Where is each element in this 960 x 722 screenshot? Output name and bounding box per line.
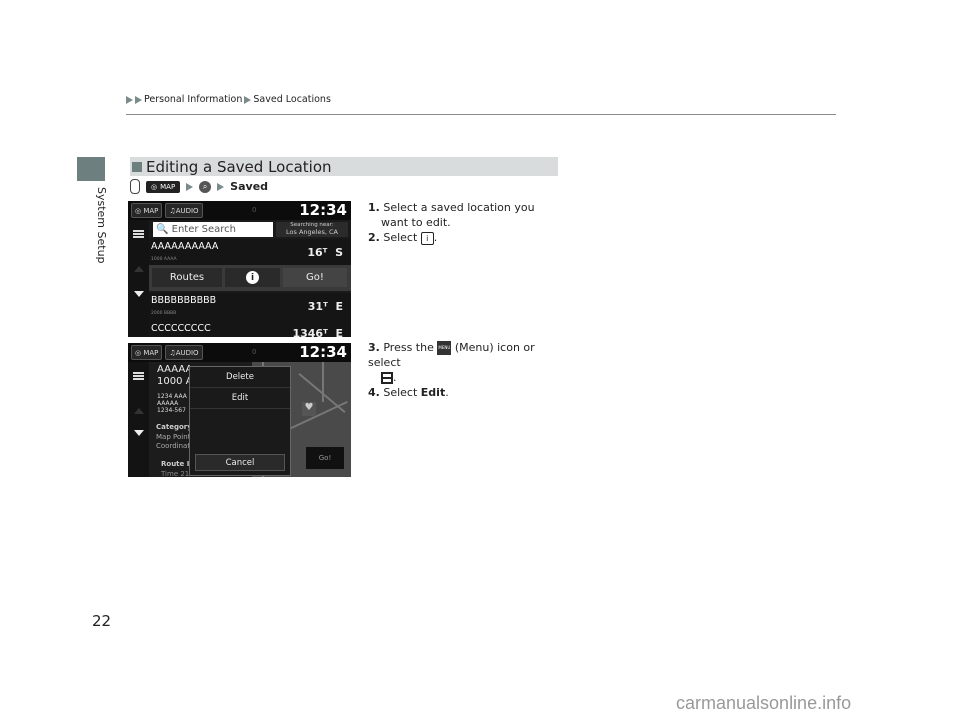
steps-1-2: 1. Select a saved location you want to e… <box>368 200 563 245</box>
heading-square-icon <box>132 161 142 172</box>
map-label: MAP <box>160 182 176 191</box>
map-button-label: MAP <box>143 348 159 357</box>
audio-button[interactable]: ♫ AUDIO <box>165 345 203 360</box>
breadcrumb: Personal Information Saved Locations <box>126 94 331 105</box>
clock: 12:34 <box>299 343 347 361</box>
map-button-icon: ◎ MAP <box>146 180 181 193</box>
edit-option[interactable]: Edit <box>190 388 290 409</box>
status-indicator: 0 <box>252 348 257 356</box>
location-detail-screen: ◎ MAP ♫ AUDIO 0 12:34 ♥ AAAAA 1000 A 1234… <box>128 343 351 477</box>
breadcrumb-item[interactable]: Saved Locations <box>253 94 331 105</box>
map-button[interactable]: ◎ MAP <box>131 203 163 218</box>
watermark[interactable]: carmanualsonline.info <box>676 693 851 714</box>
routes-label: Routes <box>169 272 205 283</box>
header-divider <box>126 114 836 115</box>
side-tab-label: System Setup <box>95 187 108 264</box>
top-bar: ◎ MAP ♫ AUDIO 0 12:34 <box>128 343 351 362</box>
info-icon: i <box>420 231 434 245</box>
route-info-label: Route I <box>161 460 190 468</box>
item-distance: 31ᵀ E <box>307 300 343 313</box>
voice-command-icon <box>130 179 140 194</box>
path-arrow-icon <box>217 182 225 191</box>
category-label: Category <box>156 423 192 431</box>
scroll-down-icon[interactable] <box>134 291 144 297</box>
near-value: Los Angeles, CA <box>286 228 338 236</box>
item-name: AAAAAAAAAA <box>151 241 219 252</box>
breadcrumb-item[interactable]: Personal Information <box>144 94 242 105</box>
list-item[interactable]: CCCCCCCCC 1346ᵀ E <box>149 321 351 337</box>
audio-button-label: AUDIO <box>175 206 199 215</box>
audio-button-label: AUDIO <box>175 348 199 357</box>
side-tab-marker <box>77 157 105 181</box>
section-title: Editing a Saved Location <box>146 157 332 176</box>
scroll-down-icon[interactable] <box>134 430 144 436</box>
cancel-button[interactable]: Cancel <box>195 454 285 471</box>
left-column <box>128 220 149 337</box>
search-placeholder: Enter Search <box>171 224 237 235</box>
coordinates-label: Coordinat <box>156 442 191 450</box>
item-distance: 1346ᵀ E <box>292 327 343 337</box>
search-input[interactable]: 🔍 Enter Search <box>153 222 273 237</box>
delete-option[interactable]: Delete <box>190 367 290 388</box>
clock: 12:34 <box>299 201 347 219</box>
map-point-label: Map Point <box>156 433 191 441</box>
navigation-path: ◎ MAP ⌕ Saved <box>130 179 268 194</box>
scroll-up-icon[interactable] <box>134 266 144 272</box>
item-actions: Routes i Go! <box>149 265 351 291</box>
breadcrumb-arrow-icon <box>126 95 133 104</box>
menu-icon[interactable] <box>133 230 144 232</box>
favorite-pin-icon[interactable]: ♥ <box>302 402 316 416</box>
map-button[interactable]: ◎ MAP <box>131 345 163 360</box>
go-label: Go! <box>318 454 332 462</box>
go-button[interactable]: Go! <box>306 447 344 469</box>
detail-lines: 1234 AAA AAAAA 1234-567 <box>157 393 187 414</box>
path-arrow-icon <box>186 182 194 191</box>
routes-button[interactable]: Routes <box>152 268 222 287</box>
search-near-button[interactable]: Searching near: Los Angeles, CA <box>276 222 348 237</box>
left-column <box>128 362 149 477</box>
page-number: 22 <box>92 612 112 630</box>
step-2: 2. Select i. <box>368 231 438 245</box>
breadcrumb-arrow-icon <box>135 95 142 104</box>
menu-dialog: Delete Edit Cancel <box>189 366 291 476</box>
item-name: CCCCCCCCC <box>151 323 211 334</box>
step-1: 1. Select a saved location you want to e… <box>368 201 535 229</box>
menu-icon[interactable] <box>133 372 144 374</box>
detail-name: AAAAA <box>157 364 193 375</box>
steps-3-4: 3. Press the MENU (Menu) icon or select … <box>368 340 563 400</box>
search-icon: ⌕ <box>199 180 212 193</box>
info-button[interactable]: i <box>225 268 280 287</box>
audio-button[interactable]: ♫ AUDIO <box>165 203 203 218</box>
item-distance: 16ᵀ S <box>307 246 343 259</box>
step-4: 4. Select Edit. <box>368 386 449 399</box>
go-button[interactable]: Go! <box>283 268 347 287</box>
map-button-label: MAP <box>143 206 159 215</box>
scroll-up-icon[interactable] <box>134 408 144 414</box>
path-final: Saved <box>230 180 269 193</box>
info-icon: i <box>246 271 259 284</box>
step-3-cont: . <box>368 370 563 385</box>
step-3: 3. Press the MENU (Menu) icon or select <box>368 341 535 369</box>
list-menu-icon <box>381 372 393 384</box>
go-label: Go! <box>306 272 324 283</box>
item-address: 1000 AAAA <box>151 257 177 262</box>
saved-list-screen: ◎ MAP ♫ AUDIO 0 12:34 🔍 Enter Search Sear… <box>128 201 351 337</box>
status-indicator: 0 <box>252 206 257 214</box>
top-bar: ◎ MAP ♫ AUDIO 0 12:34 <box>128 201 351 220</box>
list-item[interactable]: BBBBBBBBBB 2000 BBBB 31ᵀ E <box>149 293 351 324</box>
detail-address: 1000 A <box>157 376 193 387</box>
item-address: 2000 BBBB <box>151 311 177 316</box>
section-heading: Editing a Saved Location <box>130 157 558 176</box>
menu-hardware-icon: MENU <box>437 341 452 355</box>
item-name: BBBBBBBBBB <box>151 295 217 306</box>
breadcrumb-arrow-icon <box>244 95 252 104</box>
